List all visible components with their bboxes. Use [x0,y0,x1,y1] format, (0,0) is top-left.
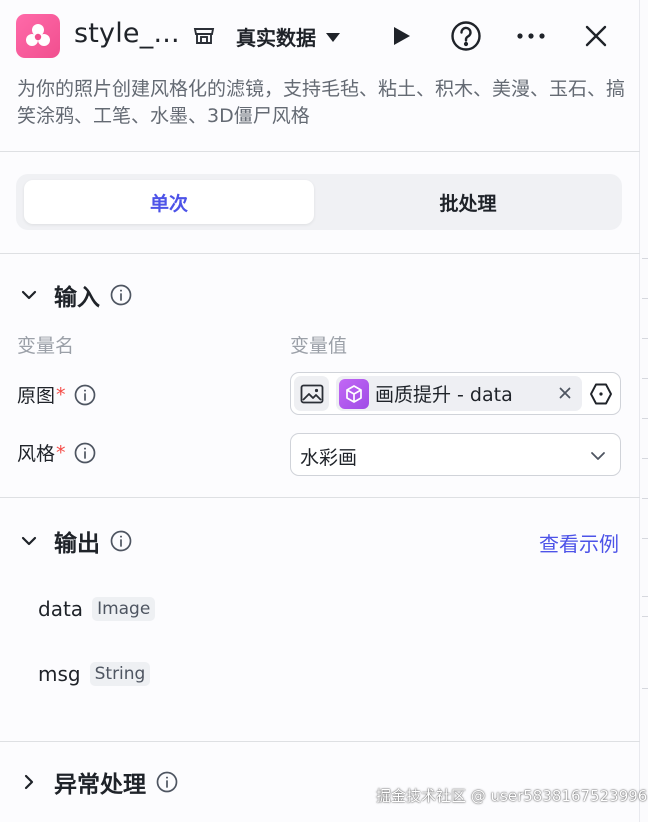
cube-icon [339,378,369,409]
output-item: msg String [38,662,151,686]
column-header-value: 变量值 [290,335,348,357]
type-tag: Image [92,597,156,621]
close-icon[interactable] [578,18,614,54]
edge-tick [642,458,648,459]
question-circle-icon[interactable] [448,18,484,54]
edge-tick [642,498,648,499]
edge-tick [642,338,648,339]
style-select[interactable]: 水彩画 [290,433,621,476]
input-row-label-image: 原图 * [17,381,96,408]
edge-tick [642,418,648,419]
column-header-name: 变量名 [17,335,75,357]
output-section-title: 输出 [54,531,100,557]
chevron-down-icon[interactable] [16,282,42,308]
tab-single[interactable]: 单次 [24,180,314,224]
required-mark: * [56,441,66,464]
reference-chip[interactable]: 画质提升 - data [336,376,582,411]
run-mode-tabs: 单次 批处理 [16,174,622,230]
output-name: data [38,597,84,621]
canvas-edge [640,0,648,822]
chevron-right-icon[interactable] [16,769,42,795]
divider [0,497,640,498]
image-value-field: 画质提升 - data [290,372,621,415]
edge-tick [642,616,648,617]
node-panel: style_... 真实数据 为你的照片创建风格化的滤镜，支持毛毡、粘土、积木、… [0,0,640,822]
error-section-header[interactable]: 异常处理 [16,765,178,799]
edge-tick [642,298,648,299]
edge-tick [642,378,648,379]
edge-tick [642,258,648,259]
data-mode-select[interactable]: 真实数据 [236,22,340,51]
reference-chip-label: 画质提升 - data [375,384,513,406]
divider [0,253,640,254]
input-row-label-style: 风格 * [17,439,96,466]
info-icon[interactable] [74,442,96,464]
input-label: 风格 [17,443,56,465]
output-section-header: 输出 [16,524,132,558]
error-section-title: 异常处理 [54,772,146,798]
node-title[interactable]: style_... [74,18,180,49]
tab-batch[interactable]: 批处理 [320,180,616,224]
required-mark: * [56,383,66,406]
watermark: 掘金技术社区 @ user5838167523996 [376,787,648,805]
input-label: 原图 [17,385,56,407]
more-horizontal-icon[interactable] [513,18,549,54]
chevron-down-icon [591,452,605,460]
input-section-header: 输入 [16,278,132,312]
info-icon[interactable] [74,384,96,406]
edge-tick [642,688,648,689]
caret-down-icon [326,33,340,42]
info-icon[interactable] [110,530,132,552]
image-upload-icon[interactable] [294,376,329,411]
divider [0,151,640,152]
output-name: msg [38,662,81,686]
variable-hexagon-icon[interactable] [588,381,614,407]
chevron-down-icon[interactable] [16,528,42,554]
edge-tick [642,596,648,597]
remove-reference-icon[interactable] [554,382,576,404]
view-example-link[interactable]: 查看示例 [539,528,619,557]
panel-header: style_... 真实数据 [0,0,640,75]
edge-tick [642,538,648,539]
divider [0,741,640,742]
node-description: 为你的照片创建风格化的滤镜，支持毛毡、粘土、积木、美漫、玉石、搞笑涂鸦、工笔、水… [17,78,626,127]
type-tag: String [89,662,151,686]
play-icon[interactable] [383,18,419,54]
flower-icon [16,14,60,58]
info-icon[interactable] [110,284,132,306]
data-mode-label: 真实数据 [236,26,316,50]
style-select-value: 水彩画 [300,447,358,469]
output-item: data Image [38,597,156,621]
input-section-title: 输入 [54,285,100,311]
info-icon[interactable] [156,771,178,793]
store-icon[interactable] [192,24,216,48]
